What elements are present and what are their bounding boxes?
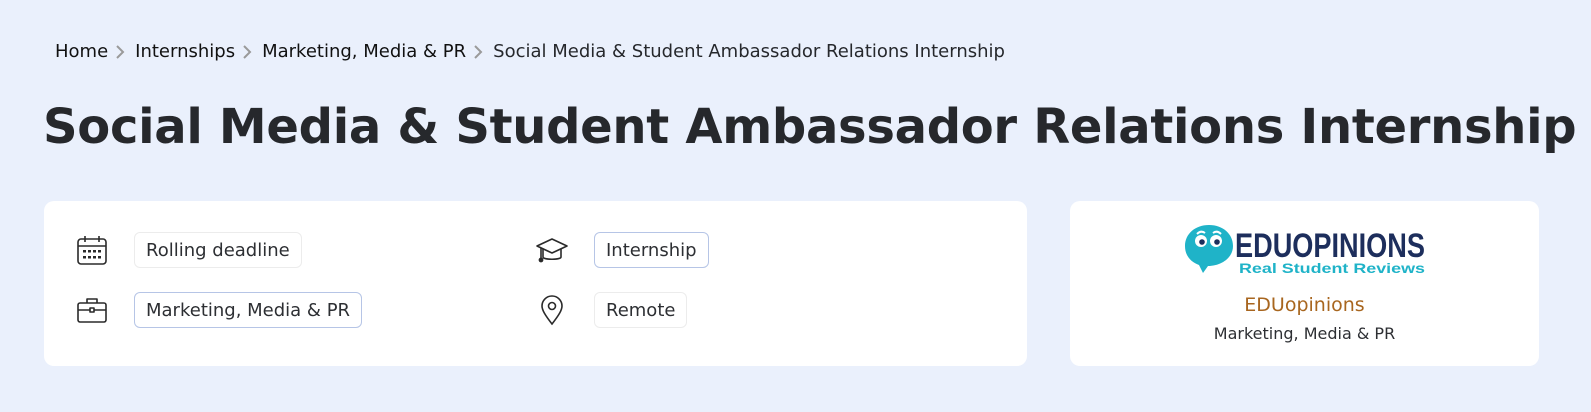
type-tag[interactable]: Internship <box>594 232 709 268</box>
map-pin-icon <box>535 293 569 327</box>
category-tag[interactable]: Marketing, Media & PR <box>134 292 363 328</box>
briefcase-icon <box>75 293 109 327</box>
company-card[interactable]: EDUOPINIONS Real Student Reviews EDUopin… <box>1070 201 1539 366</box>
chevron-right-icon <box>115 45 125 59</box>
breadcrumb-current: Social Media & Student Ambassador Relati… <box>493 41 1005 62</box>
breadcrumb: Home Internships Marketing, Media & PR S… <box>55 39 1005 65</box>
company-category: Marketing, Media & PR <box>1213 324 1396 343</box>
deadline-tag: Rolling deadline <box>134 232 302 268</box>
company-logo[interactable]: EDUOPINIONS Real Student Reviews <box>1183 221 1428 277</box>
chevron-right-icon <box>473 45 483 59</box>
detail-type: Internship <box>535 229 955 271</box>
page: Home Internships Marketing, Media & PR S… <box>0 0 1591 412</box>
breadcrumb-internships[interactable]: Internships <box>135 39 235 65</box>
graduation-cap-icon <box>535 233 569 267</box>
company-name[interactable]: EDUopinions <box>1070 293 1539 317</box>
detail-category: Marketing, Media & PR <box>75 289 495 331</box>
page-title: Social Media & Student Ambassador Relati… <box>43 99 1577 155</box>
breadcrumb-home[interactable]: Home <box>55 39 108 65</box>
breadcrumb-category[interactable]: Marketing, Media & PR <box>262 39 466 65</box>
detail-deadline: Rolling deadline <box>75 229 495 271</box>
location-tag: Remote <box>594 292 688 328</box>
details-card: Rolling deadline Internship Marketing, M… <box>44 201 1027 366</box>
chevron-right-icon <box>242 45 252 59</box>
detail-location: Remote <box>535 289 955 331</box>
calendar-icon <box>75 233 109 267</box>
logo-tagline: Real Student Reviews <box>1239 260 1425 276</box>
